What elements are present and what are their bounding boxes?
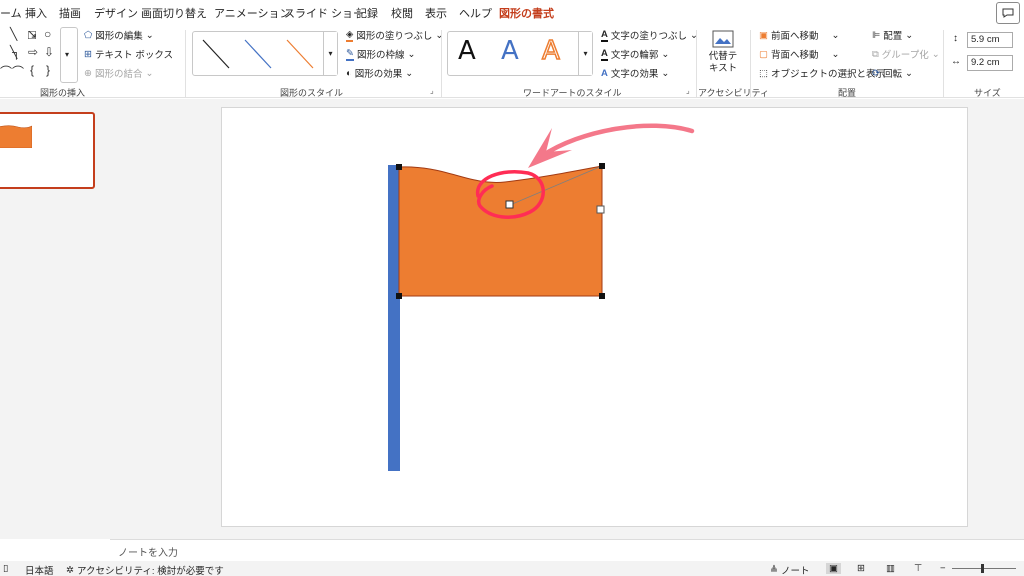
accessibility-checker-button[interactable]: ✲ アクセシビリティ: 検討が必要です (66, 563, 224, 576)
slideshow-view-icon[interactable]: ⊤ (914, 563, 922, 574)
reading-view-icon[interactable]: ▥ (886, 563, 895, 574)
flag-wave-shape[interactable] (398, 165, 603, 297)
notes-pane[interactable]: ノートを入力 (110, 539, 1024, 561)
notes-icon: ≜ (770, 564, 778, 576)
slide-info-icon: ▯ (3, 563, 9, 574)
slide-content-overlay (388, 123, 695, 471)
notes-toggle-button[interactable]: ≜ ノート (770, 563, 809, 576)
shape-adjustment-handle[interactable] (505, 200, 514, 209)
flag-pole-shape[interactable] (388, 165, 400, 471)
selection-handle-top-left[interactable] (396, 164, 402, 170)
notes-placeholder: ノートを入力 (118, 548, 178, 559)
selection-handle-bottom-right[interactable] (599, 293, 605, 299)
selection-handle-right[interactable] (596, 205, 605, 214)
language-indicator[interactable]: 日本語 (25, 563, 54, 576)
zoom-out-icon[interactable]: − (940, 563, 946, 574)
accessibility-icon: ✲ (66, 564, 74, 576)
annotation-arrow-head (528, 128, 572, 168)
slide-sorter-view-icon[interactable]: ⊞ (857, 563, 865, 574)
normal-view-icon[interactable]: ▣ (826, 563, 841, 574)
status-bar: ▯ 日本語 ✲ アクセシビリティ: 検討が必要です ≜ ノート ▣ ⊞ ▥ ⊤ … (0, 561, 1024, 576)
zoom-slider-thumb[interactable] (981, 564, 984, 573)
selection-handle-bottom-left[interactable] (396, 293, 402, 299)
selection-handle-top-right[interactable] (599, 163, 605, 169)
zoom-slider[interactable] (952, 568, 1016, 569)
